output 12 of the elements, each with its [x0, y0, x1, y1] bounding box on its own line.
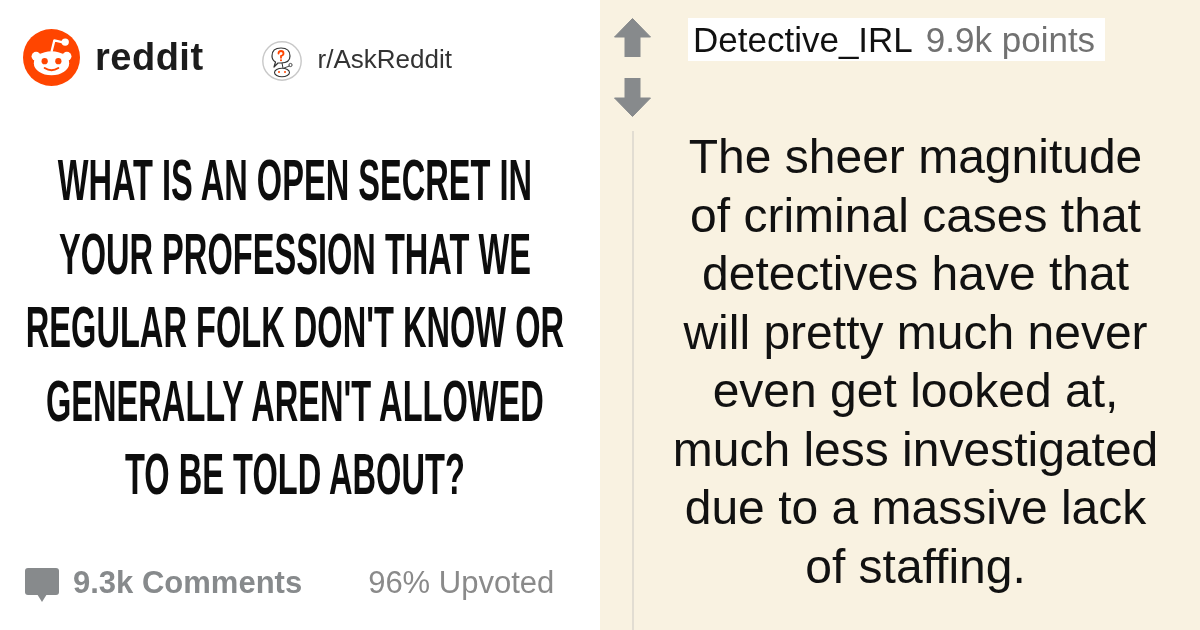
- points-count: 9.9k points: [925, 19, 1096, 60]
- post-title: WHAT IS AN OPEN SECRET IN YOUR PROFESSION THAT WE REGULAR FOLK DON'T KNOW OR GENERALLY AREN'T ALLOWED TO BE TOLD ABOUT?: [25, 146, 565, 508]
- upvote-percentage: 96% Upvoted: [368, 565, 555, 601]
- subreddit-link[interactable]: r/AskReddit: [317, 44, 452, 75]
- question-bubble-icon: [261, 40, 302, 81]
- comment-body: The sheer magnitude of criminal cases that detectives have that will pretty much never even get looked at, much less investigated due to a massive lack of staffing.: [671, 129, 1160, 595]
- up-arrow-icon[interactable]: [614, 18, 651, 57]
- comment-bubble-icon: [25, 567, 59, 603]
- logo-text: reddit: [95, 36, 204, 79]
- logo-icon: [23, 29, 80, 86]
- down-arrow-icon[interactable]: [614, 78, 651, 117]
- author-name[interactable]: Detective_IRL: [693, 19, 913, 60]
